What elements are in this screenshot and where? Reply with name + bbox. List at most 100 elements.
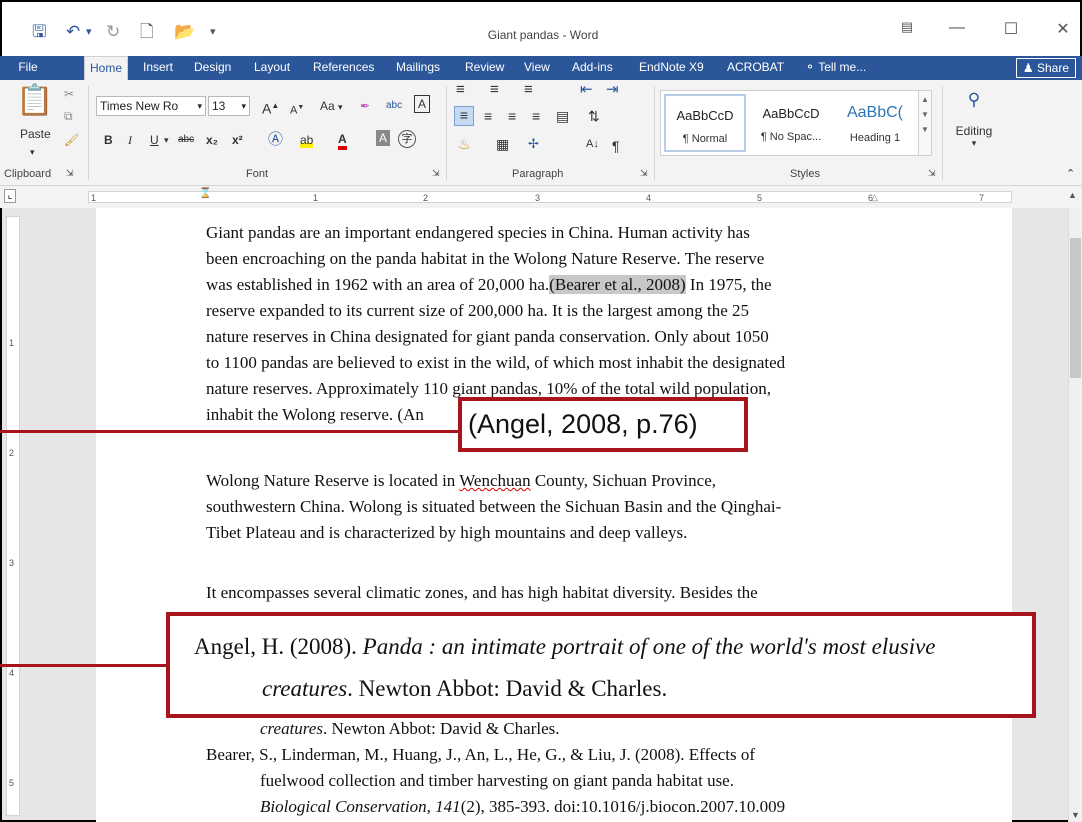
indent-marker-icon[interactable]: ⌛ bbox=[199, 188, 211, 199]
multilevel-list-icon[interactable]: ≡ bbox=[524, 82, 533, 98]
style-heading-1[interactable]: AaBbC( Heading 1 bbox=[834, 94, 916, 152]
paste-icon[interactable]: 📋 bbox=[16, 86, 53, 116]
doc-line: It encompasses several climatic zones, a… bbox=[206, 583, 758, 602]
style-no-spacing[interactable]: AaBbCcD ¶ No Spac... bbox=[750, 94, 832, 152]
subscript-button[interactable]: x₂ bbox=[206, 132, 218, 148]
tab-selector-icon[interactable]: ⌞ bbox=[4, 189, 16, 203]
tab-file[interactable]: File bbox=[0, 56, 56, 80]
chevron-down-icon: ▾ bbox=[971, 138, 977, 148]
show-formatting-icon[interactable]: ¶ bbox=[612, 138, 620, 154]
ruler-number: 1 bbox=[313, 193, 319, 203]
tab-layout[interactable]: Layout bbox=[249, 56, 295, 80]
tab-add-ins[interactable]: Add-ins bbox=[567, 56, 618, 80]
scroll-down-icon[interactable]: ▼ bbox=[1071, 810, 1080, 820]
sort-icon[interactable]: A↓ bbox=[586, 136, 599, 152]
decrease-indent-icon[interactable]: ⇤ bbox=[580, 82, 593, 98]
increase-indent-icon[interactable]: ⇥ bbox=[606, 82, 619, 98]
paragraph-launcher-icon[interactable]: ⇲ bbox=[640, 168, 648, 179]
justify-button[interactable]: ≡ bbox=[532, 108, 540, 124]
paste-dropdown-icon[interactable]: ▾ bbox=[30, 144, 35, 160]
font-size-combo[interactable]: 13 ▾ bbox=[208, 96, 250, 116]
ribbon-tabs: File Home Insert Design Layout Reference… bbox=[0, 56, 1082, 81]
tab-insert[interactable]: Insert bbox=[138, 56, 178, 80]
tell-me-label: Tell me... bbox=[818, 60, 867, 74]
tab-review[interactable]: Review bbox=[460, 56, 509, 80]
font-color-icon[interactable]: A bbox=[338, 132, 347, 150]
shading-icon[interactable]: ♨ bbox=[458, 136, 471, 152]
tab-mailings[interactable]: Mailings bbox=[391, 56, 445, 80]
asian-layout-icon[interactable]: ✢ bbox=[528, 136, 539, 152]
shrink-font-button[interactable]: A▼ bbox=[290, 100, 304, 119]
ruler-number: 1 bbox=[91, 193, 97, 203]
styles-launcher-icon[interactable]: ⇲ bbox=[928, 168, 936, 179]
style-normal[interactable]: AaBbCcD ¶ Normal bbox=[664, 94, 746, 152]
ruler-bar[interactable]: 1 1 2 3 4 5 6 7 ⌛ △ bbox=[88, 188, 1012, 203]
font-launcher-icon[interactable]: ⇲ bbox=[432, 168, 440, 179]
scrollbar-thumb[interactable] bbox=[1070, 238, 1081, 378]
distributed-button[interactable]: ▤ bbox=[556, 108, 569, 124]
ruler-number: 5 bbox=[9, 778, 15, 788]
superscript-button[interactable]: x² bbox=[232, 132, 243, 148]
clear-formatting-icon[interactable]: ✒ bbox=[360, 98, 370, 114]
line-spacing-icon[interactable]: ⇅ bbox=[588, 108, 600, 124]
doc-line: Giant pandas are an important endangered… bbox=[206, 223, 750, 242]
scroll-up-icon[interactable]: ▲ bbox=[1068, 190, 1077, 200]
chevron-down-icon: ▾ bbox=[197, 101, 202, 111]
italic-button[interactable]: I bbox=[128, 132, 132, 148]
numbering-icon[interactable]: ≡ bbox=[490, 82, 499, 98]
tab-view[interactable]: View bbox=[519, 56, 555, 80]
font-name-combo[interactable]: Times New Ro ▾ bbox=[96, 96, 206, 116]
ruler-number: 5 bbox=[757, 193, 763, 203]
paste-label[interactable]: Paste bbox=[20, 126, 51, 142]
ruler-number: 3 bbox=[535, 193, 541, 203]
enclose-characters-icon[interactable]: 字 bbox=[398, 130, 416, 148]
clipboard-launcher-icon[interactable]: ⇲ bbox=[66, 168, 74, 179]
document-page[interactable]: Giant pandas are an important endangered… bbox=[96, 208, 1012, 822]
tell-me-search[interactable]: ⚬ Tell me... bbox=[800, 56, 871, 80]
copy-icon[interactable]: ⧉ bbox=[64, 108, 73, 124]
character-border-icon[interactable]: A bbox=[414, 95, 431, 113]
cut-icon[interactable]: ✂ bbox=[64, 86, 74, 102]
styles-scroll[interactable]: ▲ ▼ ▼ bbox=[918, 90, 932, 156]
text-effects-icon[interactable]: Ⓐ bbox=[268, 132, 283, 148]
group-label-font: Font bbox=[246, 168, 269, 180]
character-shading-icon[interactable]: A bbox=[376, 130, 391, 146]
change-case-button[interactable]: Aa ▾ bbox=[320, 98, 343, 115]
collapse-ribbon-icon[interactable]: ⌃ bbox=[1066, 166, 1075, 182]
underline-dropdown-icon[interactable]: ▾ bbox=[164, 132, 169, 148]
minimize-icon[interactable]: — bbox=[942, 19, 972, 37]
vertical-ruler: 1 2 3 4 5 bbox=[6, 216, 20, 816]
doc-line: inhabit the Wolong reserve. (An bbox=[206, 405, 424, 424]
align-center-button[interactable]: ≡ bbox=[484, 108, 492, 124]
tab-references[interactable]: References bbox=[308, 56, 379, 80]
citation-field[interactable]: (Bearer et al., 2008) bbox=[549, 275, 686, 294]
style-label: Heading 1 bbox=[849, 132, 901, 144]
share-button[interactable]: ♟ Share bbox=[1015, 58, 1076, 78]
tab-home[interactable]: Home bbox=[84, 56, 129, 81]
close-icon[interactable]: ✕ bbox=[1048, 19, 1078, 39]
doc-line: been encroaching on the panda habitat in… bbox=[206, 249, 765, 268]
editing-label: Editing bbox=[955, 124, 993, 138]
tab-acrobat[interactable]: ACROBAT bbox=[722, 56, 789, 80]
highlight-color-icon[interactable]: ab bbox=[300, 132, 314, 148]
bullets-icon[interactable]: ≡ bbox=[456, 82, 465, 98]
misspelled-word[interactable]: Wenchuan bbox=[459, 471, 530, 490]
vertical-scrollbar[interactable]: ▼ bbox=[1068, 208, 1082, 822]
underline-button[interactable]: U bbox=[150, 132, 159, 148]
phonetic-guide-icon[interactable]: abc bbox=[386, 98, 402, 114]
editing-button[interactable]: ⚲ Editing ▾ bbox=[950, 90, 998, 160]
strikethrough-button[interactable]: abc bbox=[178, 132, 194, 148]
borders-icon[interactable]: ▦ bbox=[496, 136, 509, 152]
maximize-icon[interactable]: ☐ bbox=[996, 19, 1026, 39]
title-bar: 🖫 ↶ ▾ ↻ 🗋 📂 ▾ Giant pandas - Word ▤ — ☐ … bbox=[0, 0, 1082, 56]
tab-endnote[interactable]: EndNote X9 bbox=[634, 56, 709, 80]
more-icon: ▼ bbox=[921, 125, 929, 134]
align-right-button[interactable]: ≡ bbox=[508, 108, 516, 124]
bold-button[interactable]: B bbox=[104, 132, 113, 148]
tab-design[interactable]: Design bbox=[189, 56, 236, 80]
align-left-button[interactable]: ≡ bbox=[454, 106, 474, 126]
grow-font-button[interactable]: A▲ bbox=[262, 98, 279, 117]
ribbon-display-icon[interactable]: ▤ bbox=[892, 19, 922, 35]
format-painter-icon[interactable]: 🖌 bbox=[64, 132, 79, 148]
right-indent-marker-icon[interactable]: △ bbox=[871, 192, 878, 203]
